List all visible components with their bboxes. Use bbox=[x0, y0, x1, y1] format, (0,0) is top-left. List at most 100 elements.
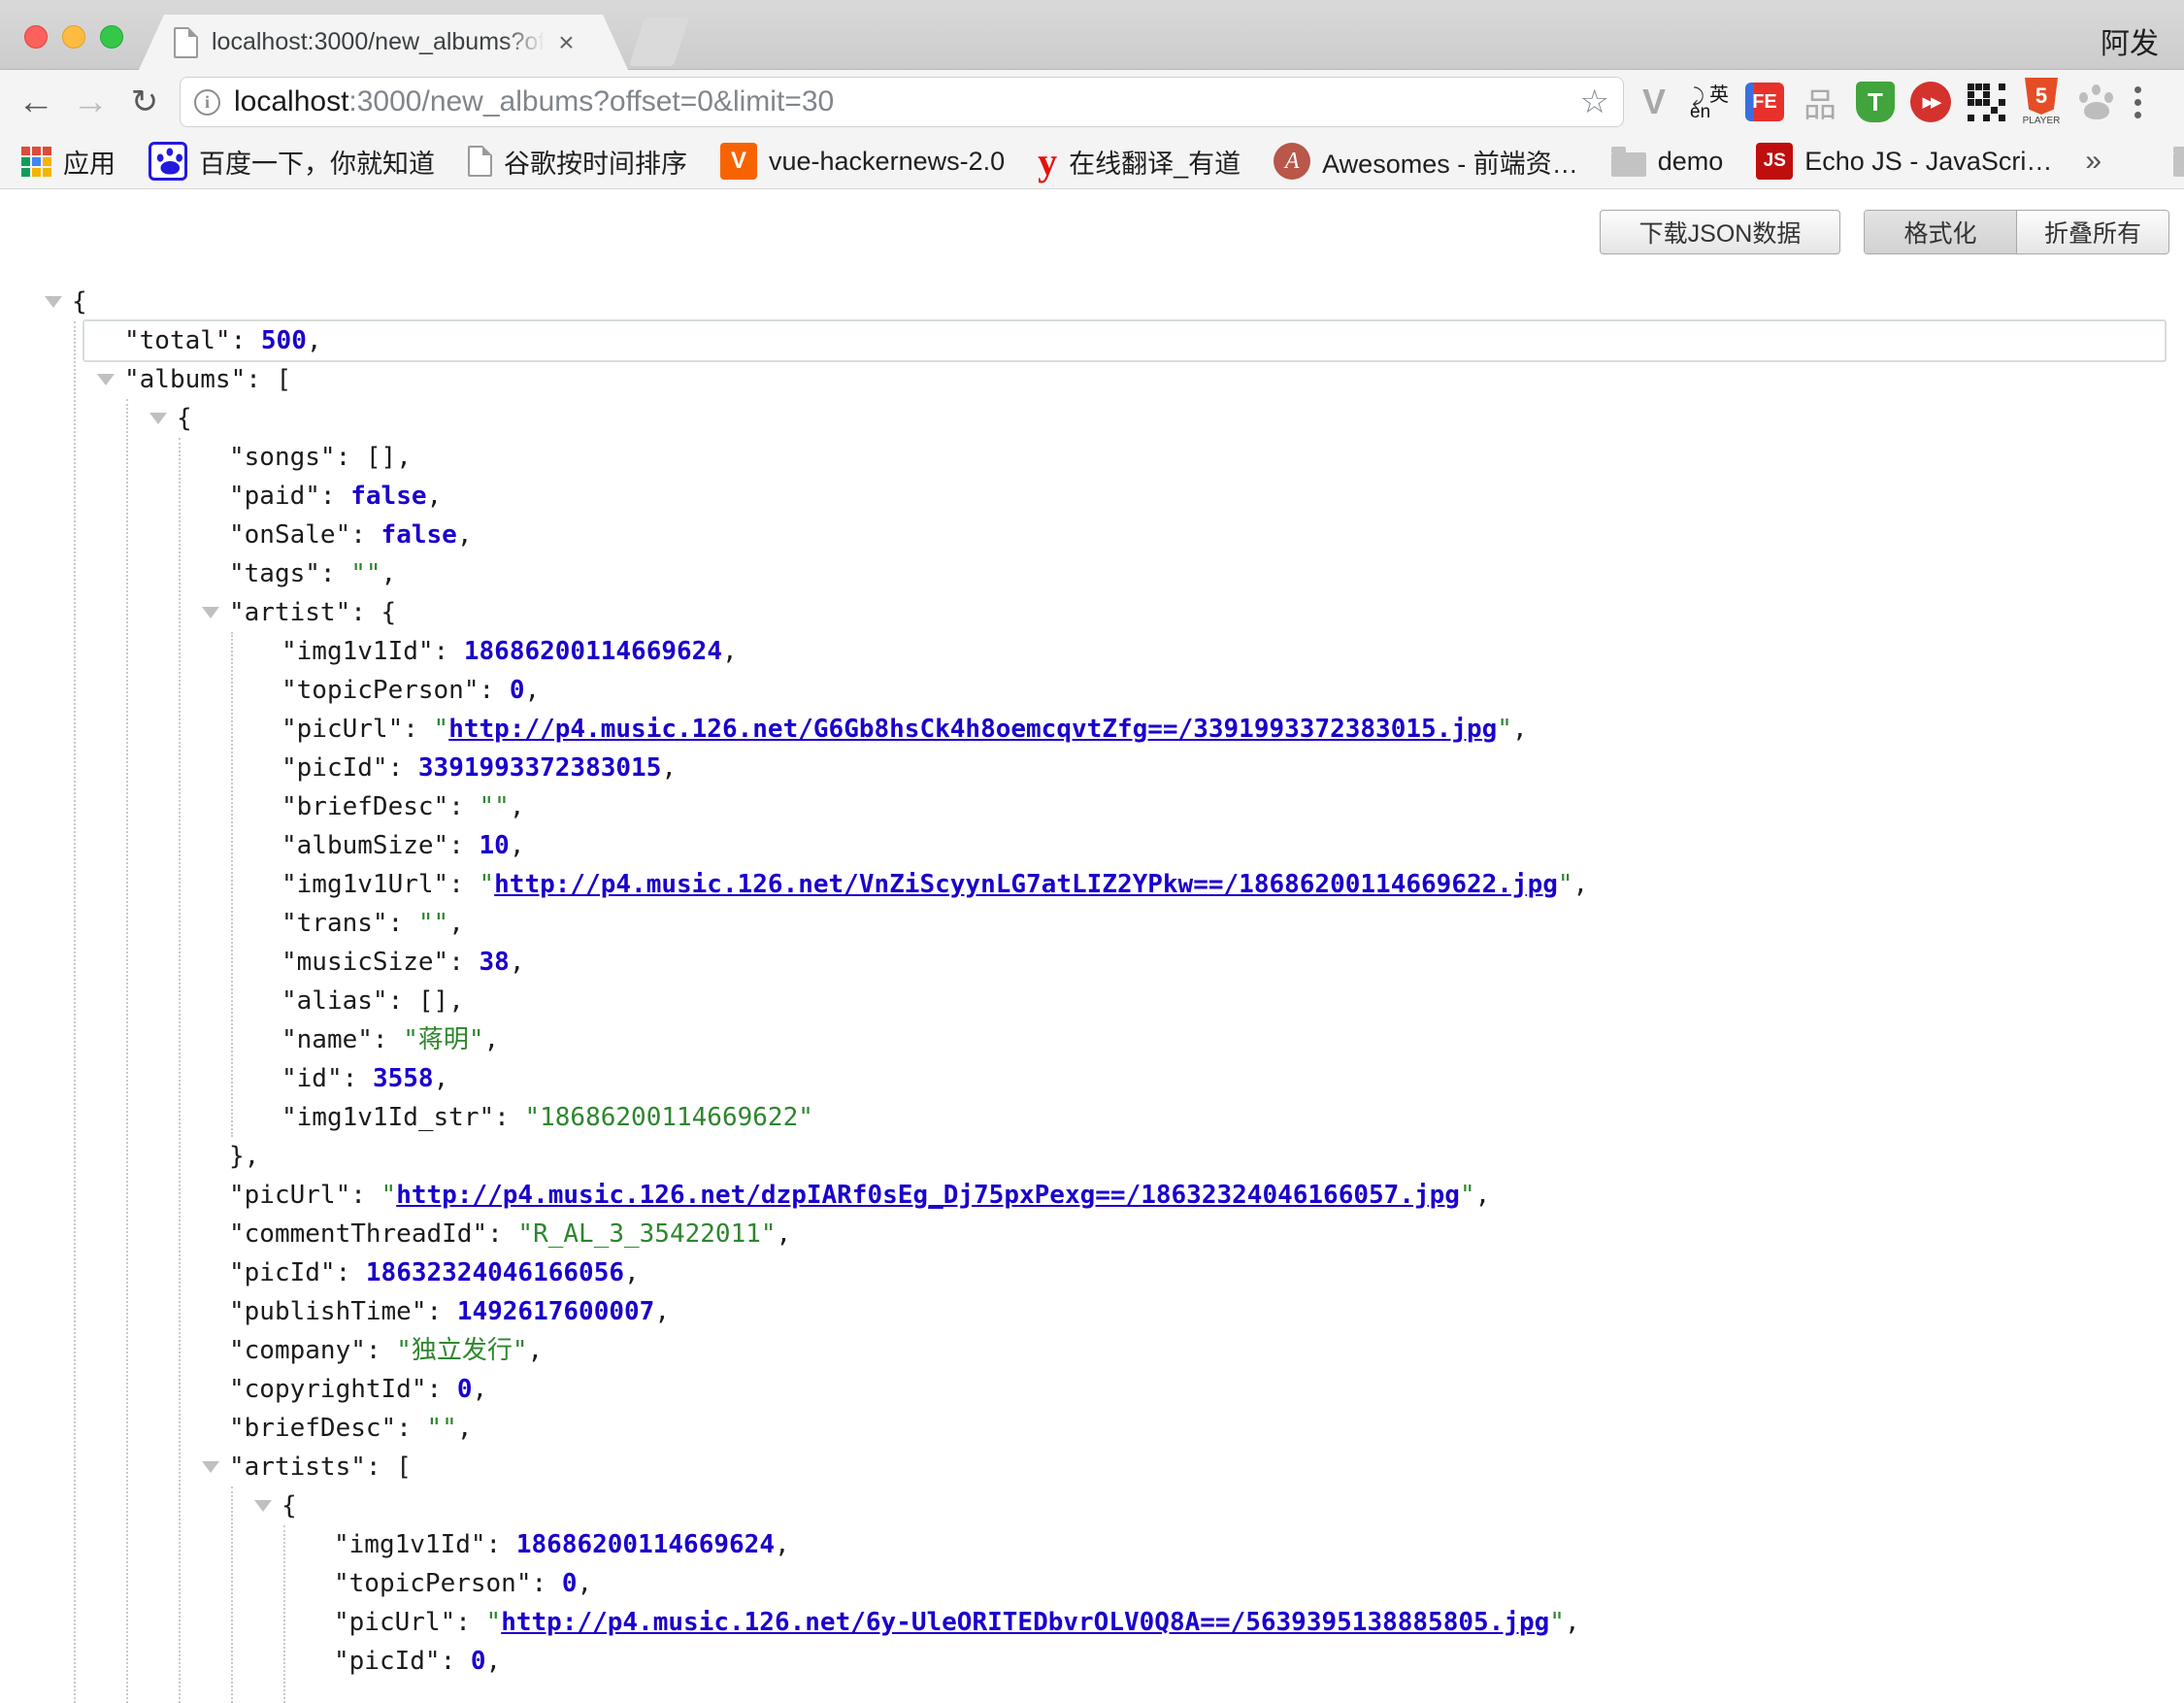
bookmark-item[interactable]: demo bbox=[1611, 147, 1724, 177]
collapse-arrow-icon[interactable] bbox=[202, 1461, 219, 1473]
tab-title: localhost:3000/new_albums?of bbox=[212, 28, 545, 56]
bookmark-label: Echo JS - JavaScri… bbox=[1804, 147, 2052, 177]
collapse-arrow-icon[interactable] bbox=[202, 607, 219, 618]
collapse-arrow-icon[interactable] bbox=[45, 296, 62, 308]
bookmark-label: Awesomes - 前端资… bbox=[1322, 143, 1578, 181]
json-line: "img1v1Url": "http://p4.music.126.net/Vn… bbox=[281, 865, 1588, 904]
youdao-icon: y bbox=[1038, 139, 1057, 184]
json-line: { bbox=[281, 1486, 297, 1525]
apps-grid-icon bbox=[21, 147, 51, 177]
forward-button[interactable]: → bbox=[67, 70, 114, 134]
other-bookmarks[interactable]: 其他书签 bbox=[2173, 143, 2184, 181]
site-info-icon[interactable]: i bbox=[194, 89, 220, 116]
json-line: "albumSize": 10, bbox=[281, 826, 524, 865]
bookmarks-overflow-chevron[interactable]: » bbox=[2085, 145, 2101, 178]
bookmarks-bar: 应用 百度一下，你就知道 谷歌按时间排序 Vvue-hackernews-2.0 y 在线… bbox=[0, 134, 2184, 189]
fe-icon[interactable]: FE bbox=[1743, 77, 1786, 127]
bookmark-label: 在线翻译_有道 bbox=[1069, 143, 1241, 181]
format-button[interactable]: 格式化 bbox=[1865, 211, 2016, 253]
reload-button[interactable]: ↻ bbox=[121, 70, 168, 134]
json-line: "img1v1Id_str": "18686200114669622" bbox=[281, 1098, 813, 1137]
new-tab-button[interactable] bbox=[629, 17, 689, 66]
json-line: "company": "独立发行", bbox=[229, 1331, 543, 1370]
tab-close-icon[interactable]: × bbox=[558, 29, 574, 56]
json-line: "picId": 18632324046166056, bbox=[229, 1253, 640, 1292]
json-url-link[interactable]: http://p4.music.126.net/6y-UleORITEDbvrO… bbox=[501, 1608, 1549, 1637]
toolbar: ← → ↻ i localhost:3000/new_albums?offset… bbox=[0, 70, 2184, 134]
back-button[interactable]: ← bbox=[13, 70, 59, 134]
sitemap-icon[interactable]: 品 bbox=[1799, 77, 1841, 127]
browser-tab[interactable]: localhost:3000/new_albums?of × bbox=[139, 15, 628, 70]
tab-favicon-page-icon bbox=[174, 27, 198, 58]
collapse-arrow-icon[interactable] bbox=[149, 413, 167, 424]
json-line: "songs": [], bbox=[229, 438, 412, 477]
download-json-button[interactable]: 下载JSON数据 bbox=[1600, 210, 1840, 254]
json-url-link[interactable]: http://p4.music.126.net/dzpIARf0sEg_Dj75… bbox=[396, 1181, 1460, 1210]
json-line: "picUrl": "http://p4.music.126.net/6y-Ul… bbox=[334, 1603, 1580, 1642]
json-line: "onSale": false, bbox=[229, 516, 472, 554]
bookmark-star-icon[interactable]: ☆ bbox=[1580, 83, 1609, 121]
json-url-link[interactable]: http://p4.music.126.net/VnZiScyynLG7atLI… bbox=[494, 870, 1558, 899]
translate-icon[interactable]: ⤸英en bbox=[1688, 77, 1731, 127]
bookmark-item[interactable]: 应用 bbox=[21, 143, 116, 181]
bookmark-item[interactable]: JS Echo JS - JavaScri… bbox=[1756, 143, 2052, 180]
awesomes-icon: A bbox=[1274, 143, 1310, 180]
profile-name[interactable]: 阿发 bbox=[2101, 19, 2159, 62]
tampermonkey-icon[interactable]: T bbox=[1854, 77, 1897, 127]
browser-menu-icon[interactable] bbox=[2134, 86, 2141, 118]
json-line: "name": "蒋明", bbox=[281, 1020, 499, 1059]
json-line: "publishTime": 1492617600007, bbox=[229, 1292, 670, 1331]
maximize-window-button[interactable] bbox=[100, 25, 123, 49]
json-line: "albums": [ bbox=[124, 360, 291, 399]
collapse-arrow-icon[interactable] bbox=[97, 374, 115, 385]
json-line: }, bbox=[229, 1137, 259, 1176]
close-window-button[interactable] bbox=[24, 25, 48, 49]
folder-icon bbox=[2173, 152, 2184, 177]
vue-icon: V bbox=[720, 143, 757, 180]
titlebar: localhost:3000/new_albums?of × 阿发 bbox=[0, 0, 2184, 70]
json-line: "picUrl": "http://p4.music.126.net/G6Gb8… bbox=[281, 710, 1528, 749]
json-line: "picUrl": "http://p4.music.126.net/dzpIA… bbox=[229, 1176, 1490, 1215]
paw-icon[interactable] bbox=[2075, 77, 2118, 127]
json-line: "total": 500, bbox=[124, 321, 322, 360]
json-line: "alias": [], bbox=[281, 982, 464, 1020]
bookmark-label: 谷歌按时间排序 bbox=[504, 143, 687, 181]
bookmark-item[interactable]: 谷歌按时间排序 bbox=[468, 143, 687, 181]
json-line: "commentThreadId": "R_AL_3_35422011", bbox=[229, 1215, 791, 1253]
bookmark-item[interactable]: A Awesomes - 前端资… bbox=[1274, 143, 1578, 181]
vue-devtools-icon[interactable]: V bbox=[1633, 77, 1675, 127]
minimize-window-button[interactable] bbox=[62, 25, 85, 49]
json-line: { bbox=[72, 283, 87, 321]
bookmark-item[interactable]: Vvue-hackernews-2.0 bbox=[720, 143, 1005, 180]
echojs-icon: JS bbox=[1756, 143, 1793, 180]
address-bar[interactable]: i localhost:3000/new_albums?offset=0&lim… bbox=[180, 77, 1624, 127]
browser-window: localhost:3000/new_albums?of × 阿发 ← → ↻ … bbox=[0, 0, 2184, 1703]
bookmark-item[interactable]: y 在线翻译_有道 bbox=[1038, 139, 1241, 184]
json-line: { bbox=[177, 399, 192, 438]
bookmark-item[interactable]: 百度一下，你就知道 bbox=[149, 142, 435, 181]
bookmark-label: 百度一下，你就知道 bbox=[199, 143, 435, 181]
json-line: "musicSize": 38, bbox=[281, 943, 524, 982]
page-icon bbox=[468, 146, 492, 177]
json-line: "img1v1Id": 18686200114669624, bbox=[281, 632, 738, 671]
bookmark-label: 应用 bbox=[63, 143, 116, 181]
json-line: "paid": false, bbox=[229, 477, 442, 516]
qrcode-icon[interactable] bbox=[1965, 77, 2007, 127]
json-line: "img1v1Id": 18686200114669624, bbox=[334, 1525, 790, 1564]
collapse-arrow-icon[interactable] bbox=[254, 1500, 272, 1512]
extensions-row: V ⤸英en FE 品T▶▶ 5PLAYER bbox=[1633, 70, 2141, 134]
collapse-all-button[interactable]: 折叠所有 bbox=[2016, 211, 2168, 253]
json-url-link[interactable]: http://p4.music.126.net/G6Gb8hsCk4h8oemc… bbox=[448, 715, 1497, 744]
json-line: "artist": { bbox=[229, 593, 396, 632]
fastforward-icon[interactable]: ▶▶ bbox=[1909, 77, 1952, 127]
json-line: "topicPerson": 0, bbox=[281, 671, 540, 710]
json-line: "briefDesc": "", bbox=[281, 787, 524, 826]
url-text: localhost:3000/new_albums?offset=0&limit… bbox=[234, 85, 834, 118]
json-line: "briefDesc": "", bbox=[229, 1409, 472, 1448]
html5-player-icon[interactable]: 5PLAYER bbox=[2020, 77, 2063, 127]
bookmark-label: demo bbox=[1658, 147, 1724, 177]
baidu-paw-icon bbox=[149, 142, 187, 181]
json-line: "trans": "", bbox=[281, 904, 464, 943]
folder-icon bbox=[1611, 152, 1646, 177]
bookmark-label: vue-hackernews-2.0 bbox=[769, 147, 1005, 177]
